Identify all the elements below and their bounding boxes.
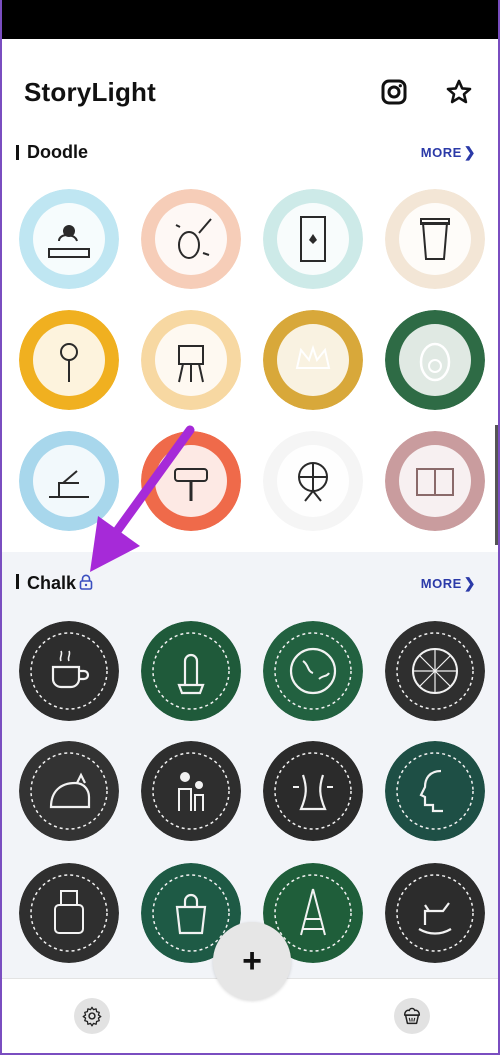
chalk-section: Chalk MORE ❯ [2,552,498,978]
star-icon[interactable] [445,78,473,106]
sticker-doodle-film[interactable] [263,189,363,289]
instagram-icon[interactable] [380,78,408,106]
sticker-chalk-waist[interactable] [263,741,363,841]
sticker-chalk-coffee[interactable] [19,621,119,721]
sticker-chalk-family[interactable] [141,741,241,841]
sticker-doodle-paint-roller[interactable] [141,431,241,531]
app-title: StoryLight [24,77,156,107]
sticker-doodle-avocado[interactable] [385,310,485,410]
app-frame: StoryLight Doodle MORE ❯ Chalk MORE ❯ + [0,0,500,1055]
chalk-grid [2,552,498,978]
sticker-doodle-crown[interactable] [263,310,363,410]
sticker-chalk-nail-polish[interactable] [19,863,119,963]
scrollbar[interactable] [495,425,498,545]
status-bar [2,0,498,39]
store-button[interactable] [394,998,430,1034]
cupcake-icon [403,1007,421,1025]
app-header: StoryLight [2,39,498,134]
sticker-doodle-easel[interactable] [141,310,241,410]
add-button[interactable]: + [213,922,291,1000]
sticker-chalk-rocking-horse[interactable] [385,863,485,963]
add-icon: + [242,941,262,980]
sticker-doodle-lollipop[interactable] [19,310,119,410]
settings-button[interactable] [74,998,110,1034]
doodle-grid [2,134,498,552]
gear-icon [82,1006,102,1027]
sticker-chalk-face[interactable] [385,741,485,841]
sticker-doodle-spa[interactable] [19,189,119,289]
sticker-chalk-globe[interactable] [263,621,363,721]
sticker-chalk-cat[interactable] [19,741,119,841]
sticker-chalk-cactus[interactable] [141,621,241,721]
doodle-section: Doodle MORE ❯ [2,134,498,552]
sticker-doodle-gift-card[interactable] [385,431,485,531]
sticker-chalk-pizza[interactable] [385,621,485,721]
sticker-doodle-fishing[interactable] [19,431,119,531]
sticker-doodle-violin[interactable] [141,189,241,289]
sticker-doodle-ferris-wheel[interactable] [263,431,363,531]
sticker-doodle-coffee-cup[interactable] [385,189,485,289]
